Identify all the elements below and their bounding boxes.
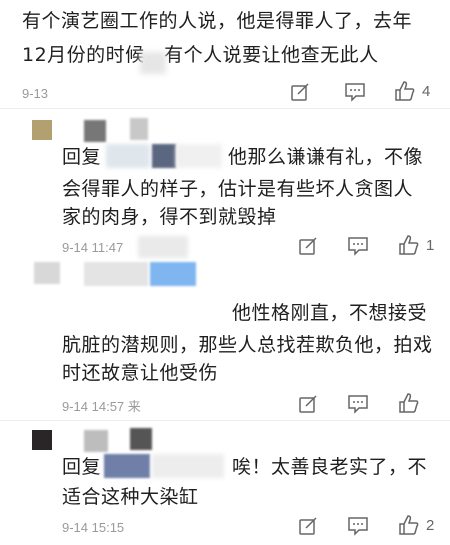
mosaic-blur (152, 144, 176, 168)
comment-2-date: 9-14 11:47 (62, 240, 124, 255)
comment-icon (348, 395, 368, 414)
reply-button[interactable] (347, 516, 369, 536)
mosaic-blur (84, 430, 108, 452)
divider (0, 108, 450, 109)
comment-1-date: 9-13 (22, 86, 49, 101)
comment-4-reply-prefix: 回复 (62, 456, 102, 478)
reply-button[interactable] (347, 394, 369, 414)
edit-button[interactable] (290, 82, 310, 102)
avatar[interactable] (32, 430, 52, 450)
like-button[interactable]: 4 (394, 80, 430, 102)
mosaic-blur (130, 118, 148, 140)
reply-button[interactable] (347, 236, 369, 256)
comment-icon (348, 237, 368, 256)
comment-2-line-2: 会得罪人的样子，估计是有些坏人贪图人 (62, 178, 414, 200)
mosaic-blur (140, 52, 166, 74)
comment-2-line-3: 家的肉身，得不到就毁掉 (62, 206, 277, 228)
comment-2-reply-prefix: 回复 (62, 146, 102, 168)
comment-4-date: 9-14 15:15 (62, 520, 125, 535)
comment-3-line-3: 时还故意让他受伤 (62, 362, 219, 384)
comment-2-line-1: 他那么谦谦有礼，不像 (228, 146, 424, 168)
mosaic-blur (138, 236, 188, 258)
mosaic-blur (152, 454, 224, 478)
mosaic-blur (130, 428, 152, 450)
edit-icon (291, 83, 309, 101)
divider (0, 420, 450, 421)
like-count: 1 (426, 236, 435, 254)
like-button[interactable]: 1 (398, 234, 434, 256)
mosaic-blur (176, 144, 222, 168)
avatar[interactable] (32, 120, 52, 140)
mosaic-blur (104, 454, 150, 478)
reply-button[interactable] (344, 82, 366, 102)
mosaic-blur (150, 262, 196, 286)
comment-3-date: 9-14 14:57 来 (62, 399, 141, 414)
thumbs-up-icon (395, 81, 415, 101)
like-count: 2 (426, 516, 435, 534)
edit-icon (299, 395, 317, 413)
thumbs-up-icon (399, 515, 419, 535)
edit-icon (299, 237, 317, 255)
comment-icon (345, 83, 365, 102)
comment-4-line-2: 适合这种大染缸 (62, 486, 199, 508)
edit-icon (299, 517, 317, 535)
edit-button[interactable] (298, 516, 318, 536)
mosaic-blur (34, 262, 60, 284)
mosaic-blur (84, 120, 106, 142)
comment-1-line-2: 12月份的时候，有个人说要让他查无此人 (22, 44, 379, 66)
edit-button[interactable] (298, 236, 318, 256)
thumbs-up-icon (399, 235, 419, 255)
like-button[interactable] (398, 392, 426, 414)
like-count: 4 (422, 82, 431, 100)
comment-4-line-1: 唉！太善良老实了，不 (232, 456, 428, 478)
mosaic-blur (84, 262, 148, 286)
comment-icon (348, 517, 368, 536)
thumbs-up-icon (399, 393, 419, 413)
comment-3-line-2: 肮脏的潜规则，那些人总找茬欺负他，拍戏 (62, 334, 433, 356)
mosaic-blur (106, 144, 150, 168)
comment-3-line-1: 他性格刚直，不想接受 (232, 302, 428, 324)
comment-1-line-1: 有个演艺圈工作的人说，他是得罪人了，去年 (22, 10, 413, 32)
like-button[interactable]: 2 (398, 514, 434, 536)
edit-button[interactable] (298, 394, 318, 414)
